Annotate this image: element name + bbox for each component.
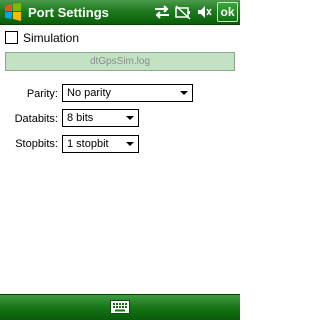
chevron-down-icon bbox=[126, 116, 134, 120]
chevron-down-icon bbox=[180, 91, 188, 95]
simulation-label[interactable]: Simulation bbox=[23, 31, 79, 45]
parity-select-value: No parity bbox=[67, 87, 112, 99]
chevron-down-icon bbox=[126, 142, 134, 146]
windows-flag-icon[interactable] bbox=[3, 3, 23, 21]
databits-select-value: 8 bits bbox=[67, 112, 94, 124]
parity-select[interactable]: No parity bbox=[62, 84, 193, 102]
parity-label: Parity: bbox=[26, 88, 58, 100]
title-bar: Port Settings ok bbox=[0, 0, 240, 25]
simulation-file-field[interactable]: dtGpsSim.log bbox=[5, 52, 235, 71]
databits-label: Databits: bbox=[14, 113, 58, 125]
battery-icon[interactable] bbox=[174, 4, 192, 20]
connection-arrows-icon[interactable] bbox=[153, 4, 171, 20]
bottom-bar bbox=[0, 294, 240, 320]
stopbits-select[interactable]: 1 stopbit bbox=[62, 135, 139, 153]
window-title: Port Settings bbox=[28, 5, 109, 20]
stopbits-select-value: 1 stopbit bbox=[67, 138, 109, 150]
simulation-checkbox[interactable] bbox=[5, 31, 18, 44]
databits-select[interactable]: 8 bits bbox=[62, 109, 139, 127]
stopbits-label: Stopbits: bbox=[15, 138, 58, 150]
volume-muted-icon[interactable] bbox=[196, 4, 212, 20]
ok-button[interactable]: ok bbox=[217, 2, 238, 22]
keyboard-icon[interactable] bbox=[110, 300, 130, 314]
